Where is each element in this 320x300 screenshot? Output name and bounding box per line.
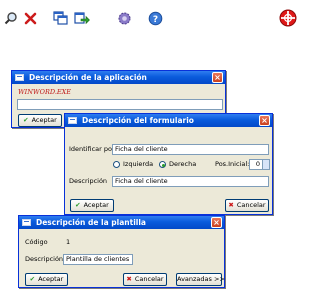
position-stepper[interactable] (263, 159, 270, 170)
dialog-titlebar[interactable]: Descripción de la aplicación × (12, 71, 225, 84)
advanced-button[interactable]: Avanzadas >> (176, 273, 225, 286)
dialog-form: Descripción del formulario × Identificar… (64, 113, 273, 215)
description-input[interactable]: Ficha del cliente (112, 176, 269, 187)
cancel-label: Cancelar (134, 275, 164, 283)
radio-left-label: Izquierda (123, 160, 154, 168)
accept-button[interactable]: ✔ Aceptar (70, 199, 114, 212)
code-label: Código (25, 238, 48, 246)
position-input[interactable]: 0 (249, 159, 263, 170)
toolbar-separator (44, 9, 45, 29)
accept-label: Aceptar (83, 201, 109, 209)
check-icon: ✔ (23, 116, 29, 124)
dialog-title: Descripción de la aplicación (29, 73, 147, 82)
cancel-button[interactable]: ✖ Cancelar (123, 273, 167, 286)
application-label: WINWORD.EXE (18, 88, 72, 96)
dialog-title: Descripción del formulario (82, 116, 194, 125)
dialog-template: Descripción de la plantilla × Código 1 D… (18, 215, 225, 288)
position-label: Pos.Inicial: (215, 160, 250, 168)
close-icon: ✖ (228, 201, 234, 209)
check-icon: ✔ (29, 275, 36, 283)
accept-label: Aceptar (31, 116, 57, 124)
radio-left[interactable] (113, 161, 120, 168)
settings-gear-icon[interactable] (116, 10, 132, 26)
dialog-titlebar[interactable]: Descripción de la plantilla × (19, 216, 224, 229)
help-icon[interactable]: ? (147, 10, 163, 26)
description-input[interactable]: Plantilla de clientes (63, 254, 133, 265)
toolbar-separator (139, 9, 140, 29)
identify-input[interactable]: Ficha del cliente (112, 144, 269, 155)
accept-button[interactable]: ✔ Aceptar (25, 273, 68, 286)
window-icon (22, 219, 31, 226)
description-label: Descripción (69, 177, 108, 185)
code-value: 1 (66, 238, 71, 246)
cancel-button[interactable]: ✖ Cancelar (225, 199, 269, 212)
toolbar: ? (0, 0, 300, 38)
dialog-title: Descripción de la plantilla (36, 218, 146, 227)
delete-icon[interactable] (22, 10, 38, 26)
application-input[interactable] (17, 99, 223, 110)
close-icon[interactable]: × (212, 72, 223, 83)
window-icon (15, 74, 24, 81)
accept-button[interactable]: ✔ Aceptar (18, 114, 62, 127)
description-label: Descripción (25, 255, 64, 263)
check-icon: ✔ (75, 201, 81, 209)
radio-right-label: Derecha (169, 160, 197, 168)
toolbar-separator (99, 9, 100, 29)
search-icon[interactable] (3, 10, 19, 26)
close-icon[interactable]: × (211, 217, 222, 228)
copy-windows-icon[interactable] (52, 10, 68, 26)
identify-label: Identificar por (69, 145, 115, 153)
accept-label: Aceptar (38, 275, 64, 283)
close-icon[interactable]: × (259, 115, 270, 126)
dialog-titlebar[interactable]: Descripción del formulario × (65, 114, 272, 127)
target-icon[interactable] (279, 9, 297, 27)
cancel-label: Cancelar (236, 201, 266, 209)
svg-text:?: ? (152, 15, 157, 25)
window-icon (68, 117, 77, 124)
radio-right[interactable] (159, 161, 166, 168)
export-arrow-icon[interactable] (74, 10, 90, 26)
close-icon: ✖ (126, 275, 132, 283)
